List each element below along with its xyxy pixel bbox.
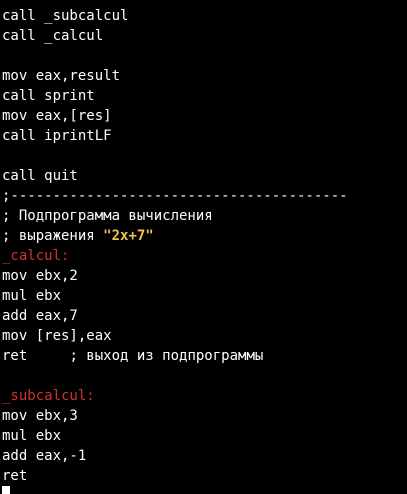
code-code-text: mov ebx,2 [2,268,78,284]
code-line[interactable]: call sprint [2,86,407,106]
code-line[interactable]: call _calcul [2,26,407,46]
code-line[interactable]: ret [2,466,407,486]
code-comment-text: ; Подпрограмма вычисления [2,208,213,224]
code-line[interactable]: mov ebx,3 [2,406,407,426]
code-line[interactable]: mov ebx,2 [2,266,407,286]
code-code-text: add eax,7 [2,308,78,324]
code-code-text: mov eax,result [2,68,121,84]
code-string-text: "2x+7" [103,228,154,244]
code-comment-text: ; выражения [2,228,104,244]
code-line[interactable]: mov eax,[res] [2,106,407,126]
code-line[interactable]: _subcalcul: [2,386,407,406]
code-comment-text: ; выход из подпрограммы [69,348,264,364]
code-code-text: ret [2,348,70,364]
code-line[interactable] [2,366,407,386]
code-code-text: mul ebx [2,288,62,304]
code-editor[interactable]: call _subcalculcall _calculmov eax,resul… [2,6,407,486]
code-code-text: mov ebx,3 [2,408,78,424]
code-line[interactable] [2,146,407,166]
code-line[interactable]: mov eax,result [2,66,407,86]
code-code-text: mul ebx [2,428,62,444]
code-line[interactable]: _calcul: [2,246,407,266]
code-line[interactable]: mov [res],eax [2,326,407,346]
code-label-text: _calcul: [2,248,70,264]
code-line[interactable]: call _subcalcul [2,6,407,26]
code-line[interactable]: call iprintLF [2,126,407,146]
code-code-text: call _calcul [2,28,104,44]
code-line[interactable]: call quit [2,166,407,186]
code-code-text: mov [res],eax [2,328,112,344]
code-code-text: call quit [2,168,78,184]
text-cursor [2,486,10,494]
code-line[interactable]: ret ; выход из подпрограммы [2,346,407,366]
code-code-text: call _subcalcul [2,8,129,24]
code-line[interactable]: add eax,-1 [2,446,407,466]
code-line[interactable]: add eax,7 [2,306,407,326]
code-line[interactable]: mul ebx [2,426,407,446]
code-code-text: mov eax,[res] [2,108,112,124]
code-code-text: ret [2,468,28,484]
code-code-text: call sprint [2,88,95,104]
code-line[interactable]: mul ebx [2,286,407,306]
code-line[interactable]: ;---------------------------------------… [2,186,407,206]
code-code-text: add eax,-1 [2,448,87,464]
code-line[interactable]: ; Подпрограмма вычисления [2,206,407,226]
code-line[interactable]: ; выражения "2x+7" [2,226,407,246]
code-label-text: _subcalcul: [2,388,95,404]
code-code-text: call iprintLF [2,128,112,144]
code-comment-text: ;---------------------------------------… [2,188,348,204]
code-line[interactable] [2,46,407,66]
